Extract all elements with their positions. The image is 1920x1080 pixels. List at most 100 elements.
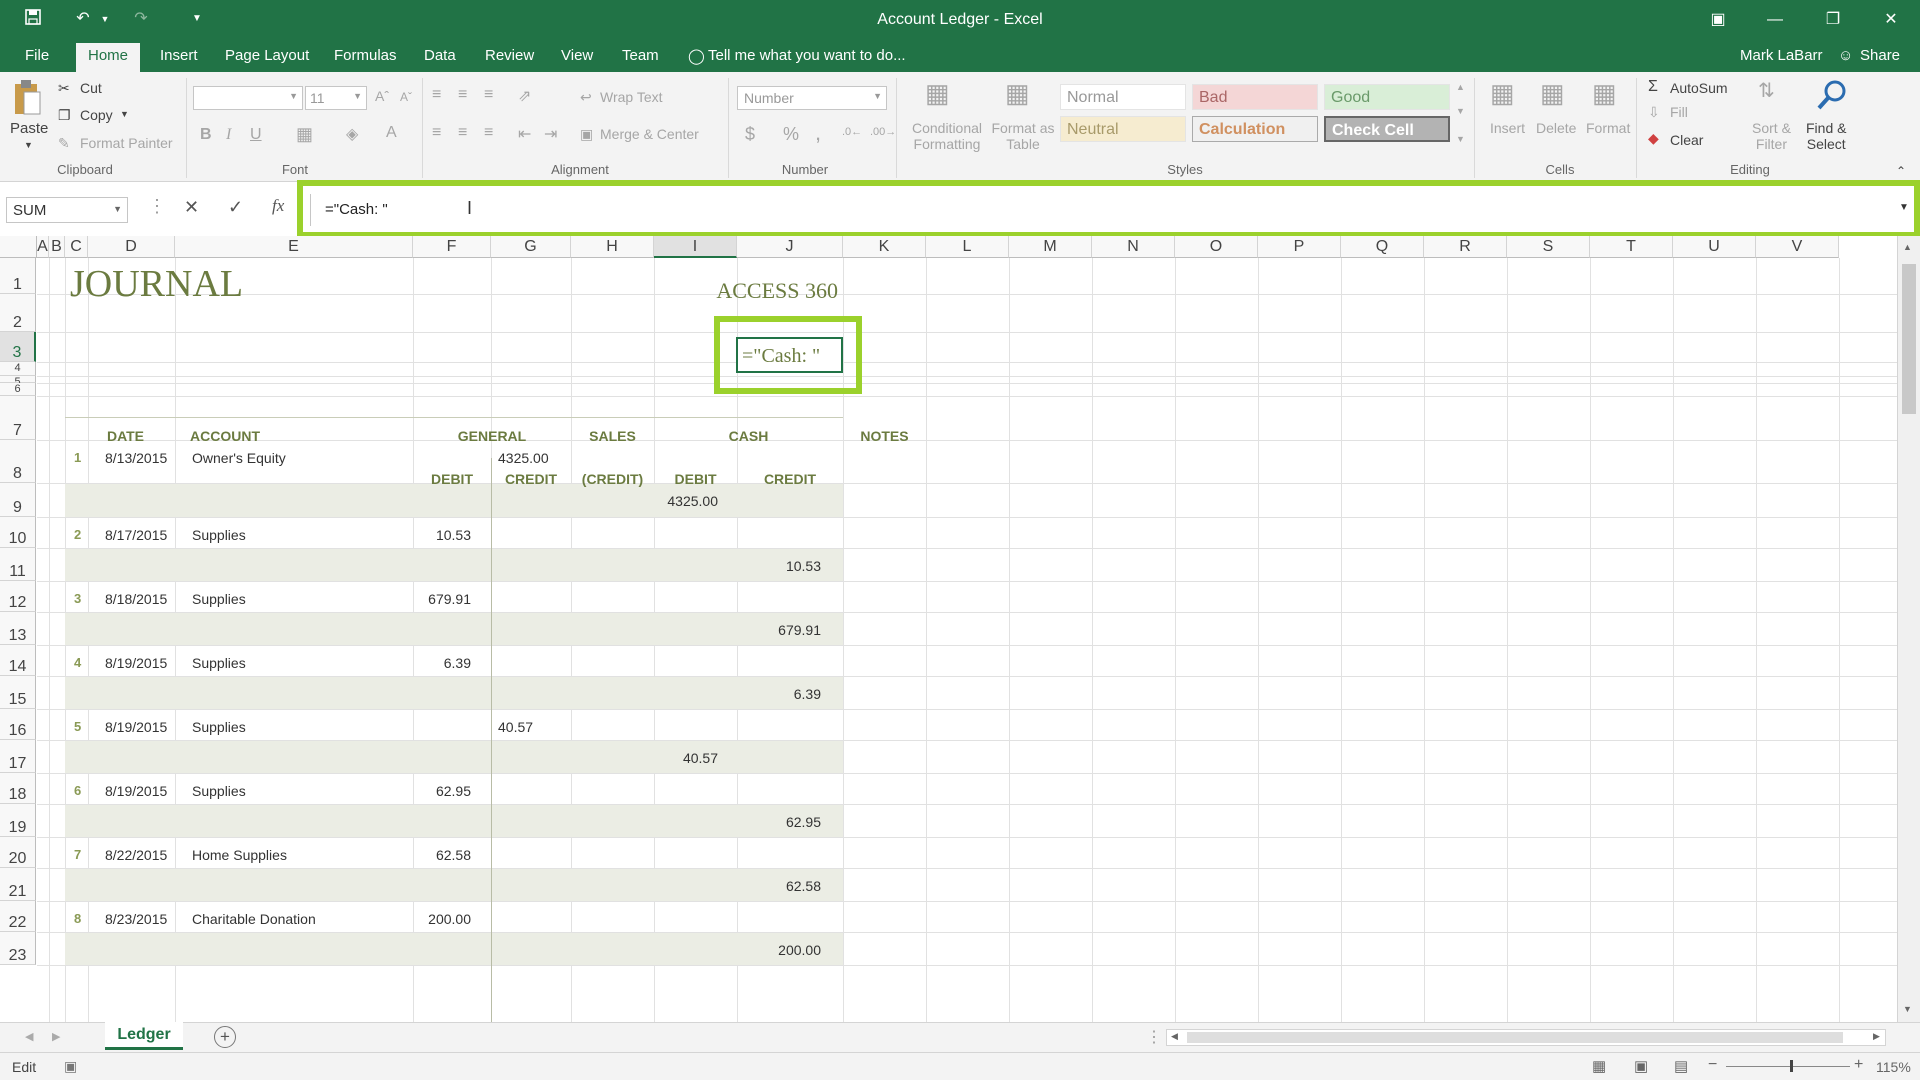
insert-function-button[interactable]: fx	[272, 196, 284, 216]
clear-button[interactable]: Clear	[1670, 132, 1703, 148]
column-header-u[interactable]: U	[1673, 236, 1756, 258]
style-normal[interactable]: Normal	[1060, 84, 1186, 110]
column-header-o[interactable]: O	[1175, 236, 1258, 258]
tell-me-box[interactable]: Tell me what you want to do...	[708, 47, 906, 64]
horizontal-scrollbar[interactable]: ◀ ▶	[1166, 1029, 1886, 1046]
style-bad[interactable]: Bad	[1192, 84, 1318, 110]
zoom-out-icon[interactable]: −	[1708, 1056, 1717, 1074]
tab-split-grip-icon[interactable]: ⋮	[1146, 1027, 1162, 1047]
tab-review[interactable]: Review	[485, 47, 534, 64]
sort-filter-icon[interactable]: ⇅	[1758, 78, 1775, 103]
number-format-box[interactable]: Number ▼	[737, 86, 887, 110]
decrease-decimal-icon[interactable]: .00→	[870, 126, 896, 138]
row-header-14[interactable]: 14	[0, 645, 36, 676]
row-header-20[interactable]: 20	[0, 837, 36, 868]
insert-cells-icon[interactable]: ▦	[1490, 78, 1515, 109]
macro-record-icon[interactable]: ▣	[64, 1058, 77, 1075]
column-header-g[interactable]: G	[491, 236, 571, 258]
borders-icon[interactable]: ▦	[296, 124, 313, 145]
delete-cells-icon[interactable]: ▦	[1540, 78, 1565, 109]
paste-icon[interactable]	[12, 78, 42, 121]
autosum-button[interactable]: AutoSum	[1670, 80, 1728, 96]
cancel-entry-icon[interactable]: ✕	[184, 197, 199, 218]
scroll-down-icon[interactable]: ▼	[1903, 1004, 1912, 1014]
styles-scroll-down-icon[interactable]: ▼	[1456, 106, 1465, 116]
copy-icon[interactable]: ❐	[58, 107, 71, 124]
row-header-8[interactable]: 8	[0, 440, 36, 483]
conditional-formatting-icon[interactable]: ▦	[925, 78, 950, 109]
style-check-cell[interactable]: Check Cell	[1324, 116, 1450, 142]
row-header-13[interactable]: 13	[0, 612, 36, 645]
sheet-tab-ledger[interactable]: Ledger	[105, 1022, 183, 1050]
format-as-table-icon[interactable]: ▦	[1005, 78, 1030, 109]
column-header-r[interactable]: R	[1424, 236, 1507, 258]
style-good[interactable]: Good	[1324, 84, 1450, 110]
column-header-i[interactable]: I	[654, 236, 737, 258]
column-header-d[interactable]: D	[88, 236, 175, 258]
align-right-icon[interactable]: ≡	[484, 124, 493, 142]
tab-data[interactable]: Data	[424, 47, 456, 64]
share-button[interactable]: Share	[1860, 47, 1900, 64]
autosum-icon[interactable]: Σ	[1648, 78, 1658, 96]
fill-color-icon[interactable]: ◈	[346, 124, 358, 144]
format-painter-icon[interactable]: ✎	[58, 135, 70, 152]
align-center-icon[interactable]: ≡	[458, 124, 467, 142]
paste-button[interactable]: Paste	[10, 120, 48, 137]
wrap-text-icon[interactable]: ↩	[580, 89, 592, 106]
styles-scroll-up-icon[interactable]: ▲	[1456, 82, 1465, 92]
font-name-box[interactable]: ▼	[193, 86, 303, 110]
column-header-v[interactable]: V	[1756, 236, 1839, 258]
orientation-icon[interactable]: ⇗	[518, 86, 531, 106]
zoom-slider-thumb[interactable]	[1790, 1060, 1793, 1072]
row-header-21[interactable]: 21	[0, 868, 36, 901]
tab-view[interactable]: View	[561, 47, 593, 64]
column-header-a[interactable]: A	[37, 236, 49, 258]
styles-more-icon[interactable]: ▼	[1456, 134, 1465, 144]
new-sheet-icon[interactable]: +	[214, 1026, 236, 1048]
ribbon-display-options-icon[interactable]: ▣	[1695, 0, 1741, 40]
conditional-formatting-button[interactable]: Conditional Formatting	[902, 120, 992, 152]
underline-button[interactable]: U	[250, 126, 262, 144]
paste-dropdown-icon[interactable]: ▼	[24, 140, 33, 150]
delete-cells-button[interactable]: Delete	[1536, 120, 1576, 136]
sheet-next-icon[interactable]: ▶	[52, 1030, 60, 1043]
row-header-23[interactable]: 23	[0, 932, 36, 965]
wrap-text-button[interactable]: Wrap Text	[600, 89, 663, 105]
insert-cells-button[interactable]: Insert	[1490, 120, 1525, 136]
align-middle-icon[interactable]: ≡	[458, 86, 467, 104]
find-select-icon[interactable]	[1815, 78, 1849, 115]
row-header-15[interactable]: 15	[0, 676, 36, 709]
cut-button[interactable]: Cut	[80, 80, 102, 96]
row-header-1[interactable]: 1	[0, 258, 36, 294]
worksheet-grid[interactable]: ABCDEFGHIJKLMNOPQRSTUV 1 2 3 4 5 6 7 8 9 10 11 12 13…	[0, 236, 1920, 1022]
align-bottom-icon[interactable]: ≡	[484, 86, 493, 104]
name-box[interactable]: SUM ▼	[6, 197, 128, 223]
column-header-t[interactable]: T	[1590, 236, 1673, 258]
scroll-up-icon[interactable]: ▲	[1903, 242, 1912, 252]
percent-button[interactable]: %	[783, 124, 799, 145]
row-header-18[interactable]: 18	[0, 773, 36, 804]
select-all-corner[interactable]	[0, 236, 37, 258]
font-size-box[interactable]: 11 ▼	[305, 86, 367, 110]
scroll-right-icon[interactable]: ▶	[1873, 1031, 1880, 1042]
column-header-b[interactable]: B	[49, 236, 65, 258]
align-top-icon[interactable]: ≡	[432, 86, 441, 104]
row-header-7[interactable]: 7	[0, 396, 36, 440]
column-header-l[interactable]: L	[926, 236, 1009, 258]
tab-formulas[interactable]: Formulas	[334, 47, 397, 64]
align-left-icon[interactable]: ≡	[432, 124, 441, 142]
column-header-h[interactable]: H	[571, 236, 654, 258]
merge-center-icon[interactable]: ▣	[580, 126, 593, 143]
page-layout-view-icon[interactable]: ▣	[1634, 1057, 1648, 1075]
column-header-n[interactable]: N	[1092, 236, 1175, 258]
column-header-s[interactable]: S	[1507, 236, 1590, 258]
column-header-c[interactable]: C	[65, 236, 88, 258]
user-name[interactable]: Mark LaBarr	[1740, 47, 1823, 64]
font-color-icon[interactable]: A	[386, 124, 397, 142]
row-header-19[interactable]: 19	[0, 804, 36, 837]
collapse-ribbon-icon[interactable]: ⌃	[1896, 164, 1906, 178]
increase-font-icon[interactable]: Aˆ	[375, 88, 389, 104]
column-header-e[interactable]: E	[175, 236, 413, 258]
restore-icon[interactable]: ❐	[1810, 0, 1856, 40]
tab-team[interactable]: Team	[622, 47, 659, 64]
